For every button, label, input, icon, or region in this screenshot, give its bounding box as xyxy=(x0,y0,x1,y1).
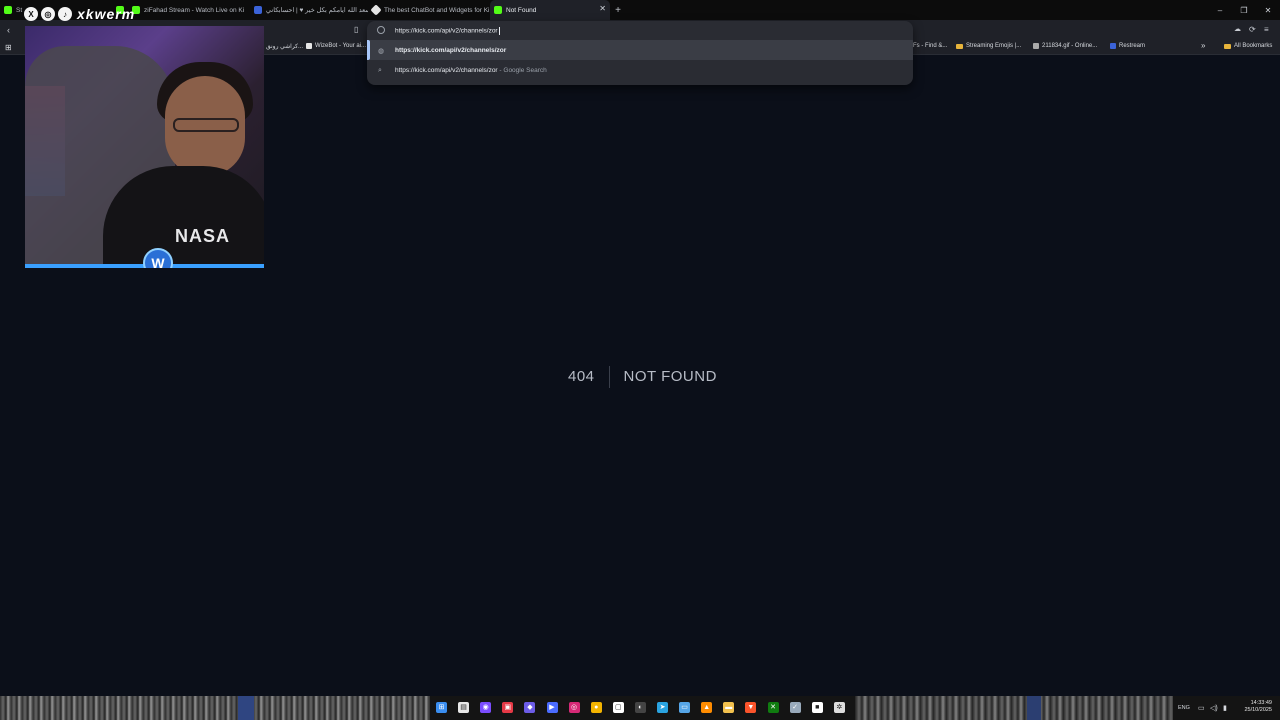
folder-icon xyxy=(956,43,963,49)
bookmark-item[interactable]: Fs - Find &... xyxy=(913,43,947,49)
restream-icon xyxy=(1110,43,1116,49)
suggestion-text: https://kick.com/api/v2/channels/zor xyxy=(395,47,507,54)
glasses xyxy=(173,118,239,132)
window-controls: – ❐ ✕ xyxy=(1208,0,1280,20)
app-red-icon[interactable]: ▣ xyxy=(502,702,514,713)
restore-button[interactable]: ❐ xyxy=(1232,0,1256,20)
new-tab-button[interactable]: + xyxy=(610,0,626,20)
bookmark-folder[interactable]: Streaming Emojis |... xyxy=(956,43,1021,49)
diamond-icon xyxy=(370,4,382,16)
language-indicator[interactable]: ENG xyxy=(1178,696,1190,720)
tab-label: Not Found xyxy=(506,6,537,14)
apps-grid-icon[interactable]: ⊞ xyxy=(5,43,12,52)
system-clock[interactable]: 14:33:49 25/10/2025 xyxy=(1244,700,1272,714)
bookmark-item[interactable]: كراشي رونق... xyxy=(266,43,303,50)
suggestion-text: https://kick.com/api/v2/channels/zor xyxy=(395,67,498,74)
tab-label: اسعد الله ايامكم بكل خير ♥ | احسابكاني xyxy=(266,7,368,14)
folder-icon xyxy=(1224,43,1231,49)
kick-icon xyxy=(494,6,502,14)
tab-strip: St d ziFahad Stream - Watch Live on Ki ا… xyxy=(0,0,1280,20)
media-icon[interactable]: ▶ xyxy=(546,702,558,713)
site-icon xyxy=(254,6,262,14)
steam-icon[interactable]: ✓ xyxy=(789,702,801,713)
globe-icon: ◍ xyxy=(378,48,385,55)
volume-icon[interactable]: ◁) xyxy=(1210,696,1218,720)
app-icon[interactable]: ▢ xyxy=(612,702,624,713)
messenger-icon[interactable]: ◉ xyxy=(480,702,492,713)
bookmark-icon[interactable]: ▯ xyxy=(354,24,358,36)
sync-icon[interactable]: ⟳ xyxy=(1249,24,1256,36)
close-window-button[interactable]: ✕ xyxy=(1256,0,1280,20)
clock-time: 14:33:49 xyxy=(1250,700,1272,706)
settings-icon[interactable]: ✲ xyxy=(833,702,845,713)
all-bookmarks-folder[interactable]: All Bookmarks xyxy=(1224,43,1272,49)
streamer-handle: xkwerm xyxy=(77,6,136,22)
error-code: 404 xyxy=(568,366,610,388)
chevron-more-icon[interactable]: » xyxy=(1201,41,1205,50)
x-icon: X xyxy=(24,7,38,21)
xbox-icon[interactable]: ✕ xyxy=(767,702,779,713)
bookmark-item[interactable]: Restream xyxy=(1110,43,1145,49)
close-tab-icon[interactable]: ✕ xyxy=(599,4,606,13)
address-bar[interactable]: https://kick.com/api/v2/channels/zor xyxy=(367,21,913,39)
tab-arabic[interactable]: اسعد الله ايامكم بكل خير ♥ | احسابكاني xyxy=(250,0,368,20)
hoodie-logo: NASA xyxy=(175,226,231,246)
clock-date: 25/10/2025 xyxy=(1244,707,1272,713)
menu-icon[interactable]: ≡ xyxy=(1264,24,1269,36)
image-icon xyxy=(1033,43,1039,49)
streamer-hoodie xyxy=(103,166,264,268)
search-icon: ⌕ xyxy=(378,67,382,74)
display-icon[interactable]: ▭ xyxy=(679,702,691,713)
error-text: NOT FOUND xyxy=(623,368,717,385)
wizebot-icon xyxy=(306,43,312,49)
windows-taskbar: ⊞ ▤ ◉ ▣ ◆ ▶ ◎ ● ▢ ◐ ➤ ▭ ▲ ▬ ▼ ✕ ✓ ■ ✲ ENG ▭ ◁) ▮ 14:33:49 … xyxy=(0,696,1280,720)
bookmark-item[interactable]: WizeBot - Your ai... xyxy=(306,43,366,49)
suggestion-suffix: - Google Search xyxy=(497,67,547,74)
tab-chatbot[interactable]: The best ChatBot and Widgets for Ki xyxy=(368,0,490,20)
obs-icon[interactable]: ◐ xyxy=(634,702,646,713)
tab-label: The best ChatBot and Widgets for Ki xyxy=(384,6,490,14)
tab-label: St xyxy=(16,6,23,14)
chrome-icon[interactable]: ● xyxy=(590,702,602,713)
gem-icon[interactable]: ◆ xyxy=(524,702,536,713)
back-icon[interactable]: ‹ xyxy=(7,24,10,36)
windows-start-icon[interactable]: ⊞ xyxy=(436,702,447,713)
bookmark-item[interactable]: 211834.gif - Online... xyxy=(1033,43,1097,49)
browser-window: St d ziFahad Stream - Watch Live on Ki ا… xyxy=(0,0,1280,720)
folder-icon[interactable]: ▬ xyxy=(723,702,735,713)
file-icon[interactable]: ▤ xyxy=(458,702,470,713)
social-overlay: X ◎ ♪ xkwerm xyxy=(24,6,135,22)
kick-icon xyxy=(4,6,12,14)
text-caret xyxy=(498,27,500,35)
network-icon[interactable]: ▭ xyxy=(1198,696,1205,720)
vlc-icon[interactable]: ▲ xyxy=(701,702,713,713)
omnibox-suggestion[interactable]: ◍ https://kick.com/api/v2/channels/zor xyxy=(367,40,913,60)
selection-indicator xyxy=(367,40,370,60)
brave-icon[interactable]: ▼ xyxy=(745,702,757,713)
minimize-button[interactable]: – xyxy=(1208,0,1232,20)
omnibox-suggestion[interactable]: ⌕ https://kick.com/api/v2/channels/zor -… xyxy=(367,60,913,80)
error-message: 404 NOT FOUND xyxy=(568,366,717,388)
site-info-icon[interactable] xyxy=(377,26,385,34)
telegram-icon[interactable]: ➤ xyxy=(657,702,668,713)
extensions-icon[interactable]: ☁ xyxy=(1234,24,1241,36)
taskbar-background xyxy=(0,696,430,720)
battery-icon[interactable]: ▮ xyxy=(1223,696,1227,720)
webcam-overlay: NASA W xyxy=(25,26,264,268)
game-icon[interactable]: ■ xyxy=(811,702,823,713)
tiktok-icon: ♪ xyxy=(58,7,72,21)
instagram-icon: ◎ xyxy=(41,7,55,21)
omnibox-dropdown: https://kick.com/api/v2/channels/zor ◍ h… xyxy=(367,21,913,85)
taskbar-background xyxy=(855,696,1173,720)
instagram-icon[interactable]: ◎ xyxy=(568,702,580,713)
tab-label: ziFahad Stream - Watch Live on Ki xyxy=(144,6,245,14)
address-input-value[interactable]: https://kick.com/api/v2/channels/zor xyxy=(395,28,498,35)
tab-zifahad[interactable]: ziFahad Stream - Watch Live on Ki xyxy=(128,0,250,20)
tab-not-found[interactable]: Not Found ✕ xyxy=(490,0,610,20)
